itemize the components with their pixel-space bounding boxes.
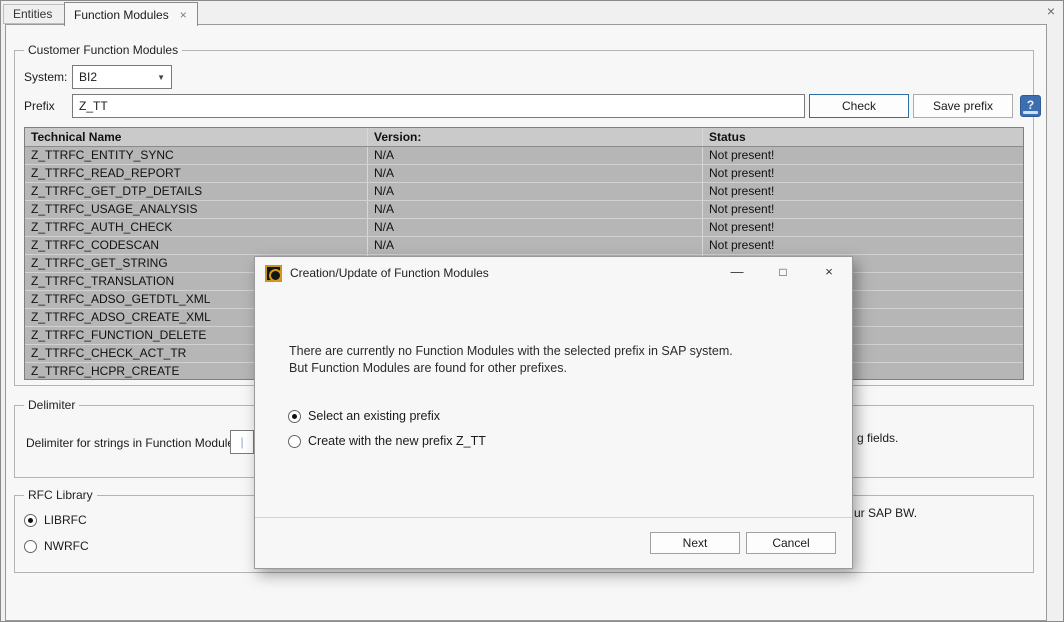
dialog-title: Creation/Update of Function Modules [290, 266, 489, 280]
system-select[interactable]: BI2 ▼ [72, 65, 172, 89]
column-header-status[interactable]: Status [703, 128, 1023, 146]
tab-label: Entities [13, 7, 52, 21]
radio-selected-icon[interactable] [24, 514, 37, 527]
tab-function-modules[interactable]: Function Modules × [64, 2, 198, 26]
close-icon[interactable]: × [806, 257, 852, 289]
maximize-icon[interactable]: □ [760, 257, 806, 289]
cell-version: N/A [368, 147, 703, 164]
radio-label: NWRFC [44, 539, 89, 553]
help-icon[interactable]: ? [1020, 95, 1041, 117]
table-header: Technical Name Version: Status [25, 128, 1023, 147]
table-row[interactable]: Z_TTRFC_CODESCANN/ANot present! [25, 237, 1023, 255]
delimiter-text-fragment: g fields. [857, 431, 898, 445]
cell-status: Not present! [703, 237, 1023, 254]
next-button[interactable]: Next [650, 532, 740, 554]
group-title: Customer Function Modules [24, 43, 182, 57]
save-prefix-button[interactable]: Save prefix [913, 94, 1013, 118]
radio-label: Select an existing prefix [308, 409, 440, 423]
dialog-window-controls: — □ × [714, 257, 852, 289]
tabstrip-close-icon[interactable]: × [1047, 4, 1055, 18]
cell-name: Z_TTRFC_AUTH_CHECK [25, 219, 368, 236]
dialog-creation-update: Creation/Update of Function Modules — □ … [254, 256, 853, 569]
column-header-technical-name[interactable]: Technical Name [25, 128, 368, 146]
prefix-input[interactable] [72, 94, 805, 118]
radio-unselected-icon[interactable] [288, 435, 301, 448]
radio-option[interactable]: Select an existing prefix [288, 409, 486, 423]
delimiter-input[interactable] [230, 430, 254, 454]
cell-status: Not present! [703, 147, 1023, 164]
cell-version: N/A [368, 201, 703, 218]
cell-name: Z_TTRFC_GET_DTP_DETAILS [25, 183, 368, 200]
cell-name: Z_TTRFC_CODESCAN [25, 237, 368, 254]
radio-label: LIBRFC [44, 513, 87, 527]
cell-status: Not present! [703, 219, 1023, 236]
radio-unselected-icon[interactable] [24, 540, 37, 553]
cell-version: N/A [368, 237, 703, 254]
cancel-button[interactable]: Cancel [746, 532, 836, 554]
group-title: RFC Library [24, 488, 97, 502]
table-row[interactable]: Z_TTRFC_AUTH_CHECKN/ANot present! [25, 219, 1023, 237]
cell-version: N/A [368, 165, 703, 182]
tab-label: Function Modules [74, 8, 169, 22]
table-row[interactable]: Z_TTRFC_GET_DTP_DETAILSN/ANot present! [25, 183, 1023, 201]
tab-bar: Entities × Function Modules × × [1, 1, 1063, 24]
table-row[interactable]: Z_TTRFC_USAGE_ANALYSISN/ANot present! [25, 201, 1023, 219]
app-window: Entities × Function Modules × × Customer… [0, 0, 1064, 622]
check-button[interactable]: Check [809, 94, 909, 118]
radio-option[interactable]: LIBRFC [24, 513, 89, 527]
cell-name: Z_TTRFC_ENTITY_SYNC [25, 147, 368, 164]
tab-close-icon[interactable]: × [179, 9, 188, 21]
radio-label: Create with the new prefix Z_TT [308, 434, 486, 448]
app-logo-icon [265, 265, 282, 282]
dialog-separator [255, 517, 852, 518]
radio-selected-icon[interactable] [288, 410, 301, 423]
rfc-options: LIBRFC NWRFC [24, 513, 89, 565]
dialog-message-line1: There are currently no Function Modules … [289, 343, 733, 360]
delimiter-label: Delimiter for strings in Function Module… [26, 436, 240, 450]
system-value: BI2 [79, 70, 97, 84]
group-title: Delimiter [24, 398, 79, 412]
cell-version: N/A [368, 183, 703, 200]
cell-status: Not present! [703, 201, 1023, 218]
cell-version: N/A [368, 219, 703, 236]
chevron-down-icon[interactable]: ▼ [157, 73, 165, 82]
dialog-message-line2: But Function Modules are found for other… [289, 360, 567, 377]
column-header-version[interactable]: Version: [368, 128, 703, 146]
minimize-icon[interactable]: — [714, 257, 760, 289]
radio-option[interactable]: NWRFC [24, 539, 89, 553]
table-row[interactable]: Z_TTRFC_READ_REPORTN/ANot present! [25, 165, 1023, 183]
table-row[interactable]: Z_TTRFC_ENTITY_SYNCN/ANot present! [25, 147, 1023, 165]
dialog-titlebar[interactable]: Creation/Update of Function Modules — □ … [255, 257, 852, 289]
radio-option[interactable]: Create with the new prefix Z_TT [288, 434, 486, 448]
cell-status: Not present! [703, 165, 1023, 182]
rfc-text-fragment: ur SAP BW. [854, 506, 917, 520]
dialog-options: Select an existing prefix Create with the… [288, 409, 486, 459]
system-label: System: [24, 70, 67, 84]
prefix-label: Prefix [24, 99, 55, 113]
cell-status: Not present! [703, 183, 1023, 200]
cell-name: Z_TTRFC_READ_REPORT [25, 165, 368, 182]
cell-name: Z_TTRFC_USAGE_ANALYSIS [25, 201, 368, 218]
